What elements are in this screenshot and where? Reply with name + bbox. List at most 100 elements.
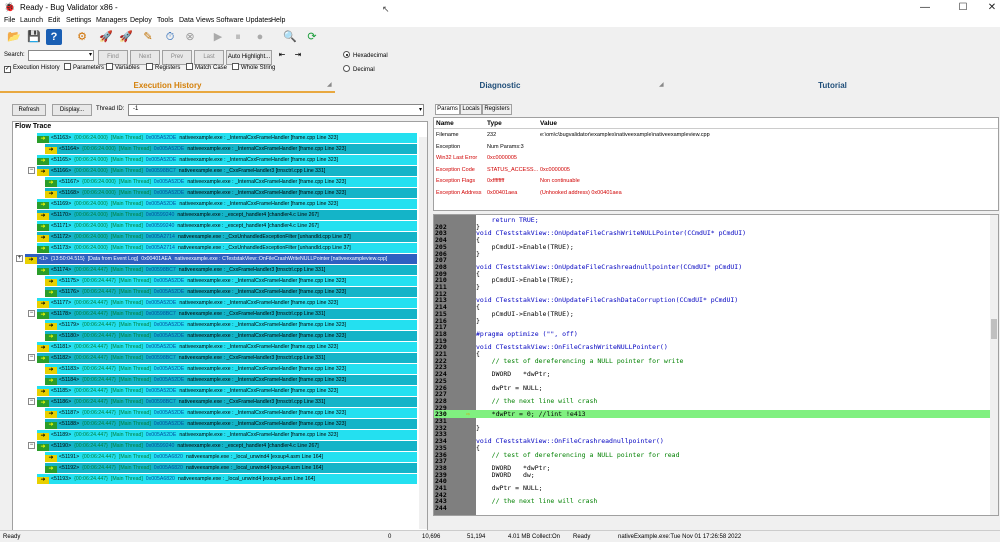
menu-edit[interactable]: Edit (48, 17, 60, 24)
param-row[interactable]: Exception Code STATUS_ACCESS... 0xc0000005 (434, 165, 998, 176)
table-row[interactable]: ➜ <51182> {00:06:24.447} [Main Thread] 0x005… (37, 353, 417, 363)
menu-tools[interactable]: Tools (157, 17, 173, 24)
table-row[interactable]: ➜ <51163> {00:06:24.000} [Main Thread] 0x005… (37, 133, 417, 143)
menu-launch[interactable]: Launch (20, 17, 43, 24)
param-row[interactable]: Exception Address 0x00401aea (Unhooked add… (434, 188, 998, 199)
menu-software-updates[interactable]: Software Updates (216, 17, 272, 24)
inject-icon[interactable]: ✎ (140, 29, 156, 45)
param-row[interactable]: Exception Flags 0xffffffff Non continuable (434, 176, 998, 187)
table-row[interactable]: ➜ <51177> {00:06:24.447} [Main Thread] 0x005… (37, 298, 417, 308)
chevron-down-icon[interactable]: ▾ (89, 51, 92, 58)
whole-string-checkbox[interactable]: Whole String (232, 63, 275, 73)
flow-trace-tree[interactable]: Flow Trace ➜ <51163> {00:06:24.000} [Main T… (12, 121, 428, 531)
table-row[interactable]: ➜ <51190> {00:06:24.447} [Main Thread] 0x005… (37, 441, 417, 451)
table-row[interactable]: ➜ <51176> {00:06:24.447} [Main Thread] 0x005… (45, 287, 417, 297)
table-row[interactable]: ➜ <51164> {00:06:24.000} [Main Thread] 0x005… (45, 144, 417, 154)
expand-toggle-icon[interactable]: − (28, 354, 35, 361)
table-row[interactable]: ➜ <51174> {00:06:24.447} [Main Thread] 0x005… (37, 265, 417, 275)
close-button[interactable]: ✕ (972, 1, 1000, 15)
param-row[interactable]: Win32 Last Error 0xc0000005 (434, 153, 998, 164)
table-row[interactable]: ➜ <51179> {00:06:24.447} [Main Thread] 0x005… (45, 320, 417, 330)
highlight-next-icon[interactable]: ⇥ (292, 49, 304, 61)
table-row[interactable]: ➜ <51175> {00:06:24.447} [Main Thread] 0x005… (45, 276, 417, 286)
table-row[interactable]: ➜ <51191> {00:06:24.447} [Main Thread] 0x005… (45, 452, 417, 462)
param-row[interactable]: Filename 232 e:\om\c\bugvalidator\examples… (434, 130, 998, 141)
display-button[interactable]: Display... (52, 104, 92, 116)
menu-settings[interactable]: Settings (66, 17, 91, 24)
save-icon[interactable]: 💾 (26, 29, 42, 45)
table-row[interactable]: ➜ <51183> {00:06:24.447} [Main Thread] 0x005… (45, 364, 417, 374)
trace-thread: [Main Thread] (110, 201, 143, 207)
highlight-prev-icon[interactable]: ⇤ (276, 49, 288, 61)
menu-file[interactable]: File (4, 17, 15, 24)
code-scrollbar[interactable] (990, 215, 998, 515)
play-icon[interactable]: ▶ (210, 29, 226, 45)
timer-icon[interactable]: ⏱ (162, 29, 178, 45)
table-row[interactable]: ➜ <51173> {00:06:24.000} [Main Thread] 0x005… (37, 243, 417, 253)
chevron-down-icon[interactable]: ▾ (419, 106, 422, 113)
table-row[interactable]: ➜ <51187> {00:06:24.447} [Main Thread] 0x005… (45, 408, 417, 418)
help-icon[interactable]: ? (46, 29, 62, 45)
table-row[interactable]: ➜ <51184> {00:06:24.447} [Main Thread] 0x005… (45, 375, 417, 385)
expand-toggle-icon[interactable]: − (28, 398, 35, 405)
menu-managers[interactable]: Managers (96, 17, 127, 24)
settings-gear-icon[interactable]: ⚙ (74, 29, 90, 45)
table-row[interactable]: ➜ <51189> {00:06:24.447} [Main Thread] 0x005… (37, 430, 417, 440)
table-row[interactable]: ➜ <51178> {00:06:24.447} [Main Thread] 0x005… (37, 309, 417, 319)
table-row[interactable]: ➜ <51171> {00:06:24.000} [Main Thread] 0x005… (37, 221, 417, 231)
find-magnifier-icon[interactable]: 🔍 (282, 29, 298, 45)
table-row[interactable]: ➜ <51166> {00:06:24.000} [Main Thread] 0x005… (37, 166, 417, 176)
parameters-checkbox[interactable]: Parameters (64, 63, 104, 73)
expand-toggle-icon[interactable]: − (28, 442, 35, 449)
trace-location: nativeexample.exe : _local_unwind4 [exsu… (185, 454, 323, 460)
pin-icon[interactable]: ◢ (327, 81, 332, 88)
attach-icon[interactable]: 🚀 (118, 29, 134, 45)
menu-data-views[interactable]: Data Views (179, 17, 214, 24)
tab-locals[interactable]: Locals (460, 104, 482, 115)
variables-checkbox[interactable]: Variables (106, 63, 140, 73)
flow-trace-scrollbar[interactable] (419, 137, 427, 529)
expand-toggle-icon[interactable]: − (28, 167, 35, 174)
menu-deploy[interactable]: Deploy (130, 17, 152, 24)
table-row[interactable]: ➜ <51180> {00:06:24.447} [Main Thread] 0x005… (45, 331, 417, 341)
expand-toggle-icon[interactable]: + (16, 255, 23, 262)
table-row[interactable]: ➜ <51193> {00:06:24.447} [Main Thread] 0x005… (37, 474, 417, 484)
param-row[interactable]: Exception Num Params:3 (434, 142, 998, 153)
record-icon[interactable]: ● (252, 29, 268, 45)
decimal-radio[interactable]: Decimal (343, 65, 375, 73)
pin-icon[interactable]: ◢ (659, 81, 664, 88)
table-row[interactable]: ➜ <51169> {00:06:24.000} [Main Thread] 0x005… (37, 199, 417, 209)
refresh-icon[interactable]: ⟳ (304, 29, 320, 45)
table-row[interactable]: ➜ <51170> {00:06:24.000} [Main Thread] 0x005… (37, 210, 417, 220)
code-scrollbar-thumb[interactable] (991, 319, 997, 339)
refresh-button[interactable]: Refresh (12, 104, 46, 116)
tab-params[interactable]: Params (435, 104, 460, 115)
table-row[interactable]: ➜ <51192> {00:06:24.447} [Main Thread] 0x005… (45, 463, 417, 473)
table-row[interactable]: ➜ <51168> {00:06:24.000} [Main Thread] 0x005… (45, 188, 417, 198)
table-row[interactable]: ➜ <51185> {00:06:24.447} [Main Thread] 0x005… (37, 386, 417, 396)
table-row[interactable]: ➜ <51165> {00:06:24.000} [Main Thread] 0x005… (37, 155, 417, 165)
table-row[interactable]: ➜ <51186> {00:06:24.447} [Main Thread] 0x005… (37, 397, 417, 407)
tab-diagnostic[interactable]: Diagnostic (335, 79, 665, 93)
expand-toggle-icon[interactable]: − (28, 310, 35, 317)
pause-icon[interactable]: ⏸ (230, 29, 246, 45)
tab-registers[interactable]: Registers (482, 104, 512, 115)
table-row[interactable]: ➜ <51181> {00:06:24.447} [Main Thread] 0x005… (37, 342, 417, 352)
table-row[interactable]: ➜ <51167> {00:06:24.000} [Main Thread] 0x005… (45, 177, 417, 187)
menu-help[interactable]: Help (271, 17, 285, 24)
thread-id-select[interactable]: -1 ▾ (128, 104, 424, 116)
table-row[interactable]: ➜ <1> {13:50:04.515} [Data from Event Log] 0… (25, 254, 417, 264)
hexadecimal-radio[interactable]: Hexadecimal (343, 51, 388, 59)
search-input[interactable]: ▾ (28, 50, 94, 61)
launch-rocket-icon[interactable]: 🚀 (98, 29, 114, 45)
registers-checkbox[interactable]: Registers (146, 63, 180, 73)
execution-history-checkbox[interactable]: ✓ Execution History (4, 63, 60, 73)
minimize-button[interactable]: — (905, 1, 945, 15)
tab-tutorial[interactable]: Tutorial (665, 79, 1000, 93)
table-row[interactable]: ➜ <51188> {00:06:24.447} [Main Thread] 0x005… (45, 419, 417, 429)
stop-icon[interactable]: ⊗ (182, 29, 198, 45)
open-folder-icon[interactable]: 📂 (6, 29, 22, 45)
table-row[interactable]: ➜ <51172> {00:06:24.000} [Main Thread] 0x005… (37, 232, 417, 242)
match-case-checkbox[interactable]: Match Case (186, 63, 227, 73)
source-code-view[interactable]: 202 203 204 205 206 207 208 209 210 211 212 213 214 2… (433, 214, 999, 516)
